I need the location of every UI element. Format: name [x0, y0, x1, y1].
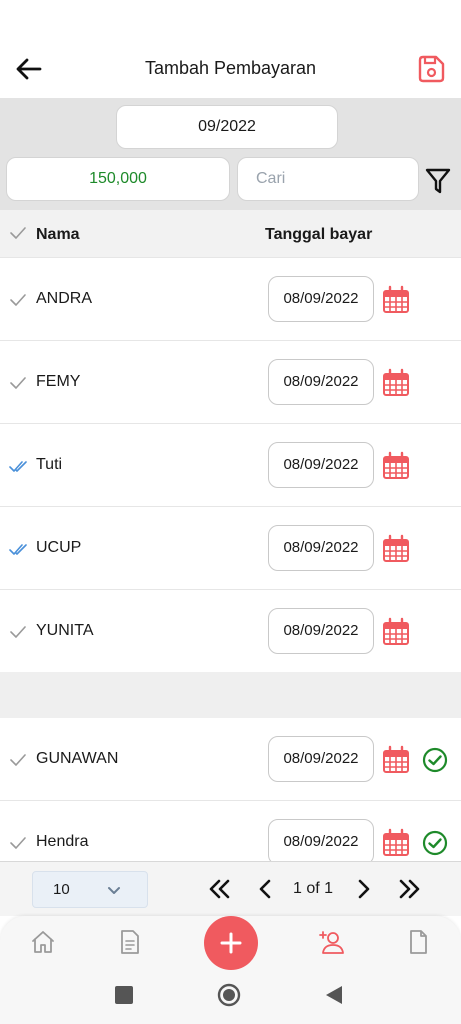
check-icon[interactable]	[9, 293, 28, 307]
search-input[interactable]	[237, 157, 419, 201]
filter-panel: 09/2022 150,000	[0, 98, 461, 210]
member-name: UCUP	[36, 539, 82, 556]
double-check-icon[interactable]	[9, 542, 28, 556]
select-all-check-icon[interactable]	[9, 226, 27, 240]
payment-date-field[interactable]: 08/09/2022	[268, 608, 374, 654]
add-icon	[220, 932, 242, 954]
check-circle-icon	[422, 747, 448, 773]
month-picker[interactable]: 09/2022	[116, 105, 338, 149]
app-header: Tambah Pembayaran	[0, 36, 461, 98]
check-icon[interactable]	[9, 753, 28, 767]
calendar-icon[interactable]	[381, 285, 411, 315]
member-name: Hendra	[36, 833, 89, 850]
member-name: ANDRA	[36, 290, 93, 307]
back-triangle-icon[interactable]	[321, 982, 347, 1008]
calendar-icon[interactable]	[381, 451, 411, 481]
table-row[interactable]: GUNAWAN 08/09/2022	[0, 718, 461, 801]
payment-date-field[interactable]: 08/09/2022	[268, 819, 374, 865]
member-name: YUNITA	[36, 622, 94, 639]
calendar-icon[interactable]	[381, 745, 411, 775]
calendar-icon[interactable]	[381, 368, 411, 398]
calendar-icon[interactable]	[381, 534, 411, 564]
member-name: Tuti	[36, 456, 63, 473]
column-header-date: Tanggal bayar	[265, 226, 373, 243]
check-icon[interactable]	[9, 836, 28, 850]
filter-icon[interactable]	[424, 166, 452, 196]
check-icon[interactable]	[9, 625, 28, 639]
chevron-down-icon	[107, 884, 121, 896]
home-icon[interactable]	[29, 928, 57, 956]
check-circle-icon	[422, 830, 448, 856]
document-list-icon[interactable]	[116, 928, 144, 956]
member-name: GUNAWAN	[36, 750, 119, 767]
column-header-name: Nama	[36, 226, 80, 243]
recent-apps-icon[interactable]	[111, 982, 137, 1008]
bottom-navigation	[0, 916, 461, 972]
file-icon[interactable]	[404, 928, 432, 956]
calendar-icon[interactable]	[381, 617, 411, 647]
page-size-select[interactable]: 10	[32, 871, 148, 908]
amount-field[interactable]: 150,000	[6, 157, 230, 201]
payment-date-field[interactable]: 08/09/2022	[268, 525, 374, 571]
page-title: Tambah Pembayaran	[144, 58, 317, 78]
first-page-icon[interactable]	[207, 876, 233, 902]
table-row[interactable]: UCUP 08/09/2022	[0, 507, 461, 590]
member-name: FEMY	[36, 373, 81, 390]
payment-date-field[interactable]: 08/09/2022	[268, 442, 374, 488]
payment-date-field[interactable]: 08/09/2022	[268, 736, 374, 782]
table-row[interactable]: YUNITA 08/09/2022	[0, 590, 461, 673]
add-member-icon[interactable]	[318, 928, 346, 956]
double-check-icon[interactable]	[9, 459, 28, 473]
system-navigation-bar	[0, 972, 461, 1024]
previous-page-icon[interactable]	[253, 876, 279, 902]
payment-date-field[interactable]: 08/09/2022	[268, 276, 374, 322]
section-divider	[0, 672, 461, 718]
last-page-icon[interactable]	[396, 876, 422, 902]
save-icon[interactable]	[416, 54, 446, 84]
home-button-icon[interactable]	[216, 982, 242, 1008]
table-row[interactable]: Tuti 08/09/2022	[0, 424, 461, 507]
calendar-icon[interactable]	[381, 828, 411, 858]
add-button[interactable]	[204, 916, 258, 970]
page-size-value: 10	[53, 881, 70, 898]
next-page-icon[interactable]	[350, 876, 376, 902]
table-row[interactable]: ANDRA 08/09/2022	[0, 258, 461, 341]
page-indicator: 1 of 1	[293, 880, 334, 897]
table-header: Nama Tanggal bayar	[0, 210, 461, 258]
check-icon[interactable]	[9, 376, 28, 390]
table-row[interactable]: FEMY 08/09/2022	[0, 341, 461, 424]
payment-date-field[interactable]: 08/09/2022	[268, 359, 374, 405]
pagination-bar: 10 1 of 1	[0, 861, 461, 916]
